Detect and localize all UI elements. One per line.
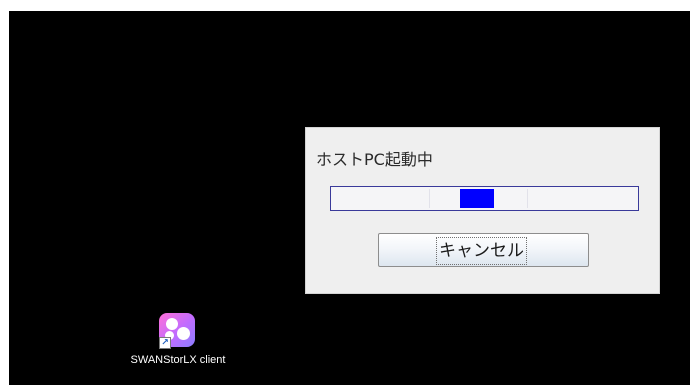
dialog-title: ホストPC起動中 [316,150,433,169]
startup-dialog: ホストPC起動中 キャンセル [305,127,660,294]
cancel-button-label: キャンセル [436,237,527,265]
swanstorlx-app-icon[interactable]: ↗ [159,313,197,349]
shortcut-arrow-icon: ↗ [159,337,171,349]
progress-track-tick [527,189,529,208]
cancel-button[interactable]: キャンセル [378,233,589,267]
progress-track-tick [429,189,431,208]
desktop-icon-label[interactable]: SWANStorLX client [108,354,248,366]
icon-shape [177,327,190,340]
progress-indicator [459,189,494,208]
icon-shape [166,318,178,330]
progress-bar [330,186,639,211]
